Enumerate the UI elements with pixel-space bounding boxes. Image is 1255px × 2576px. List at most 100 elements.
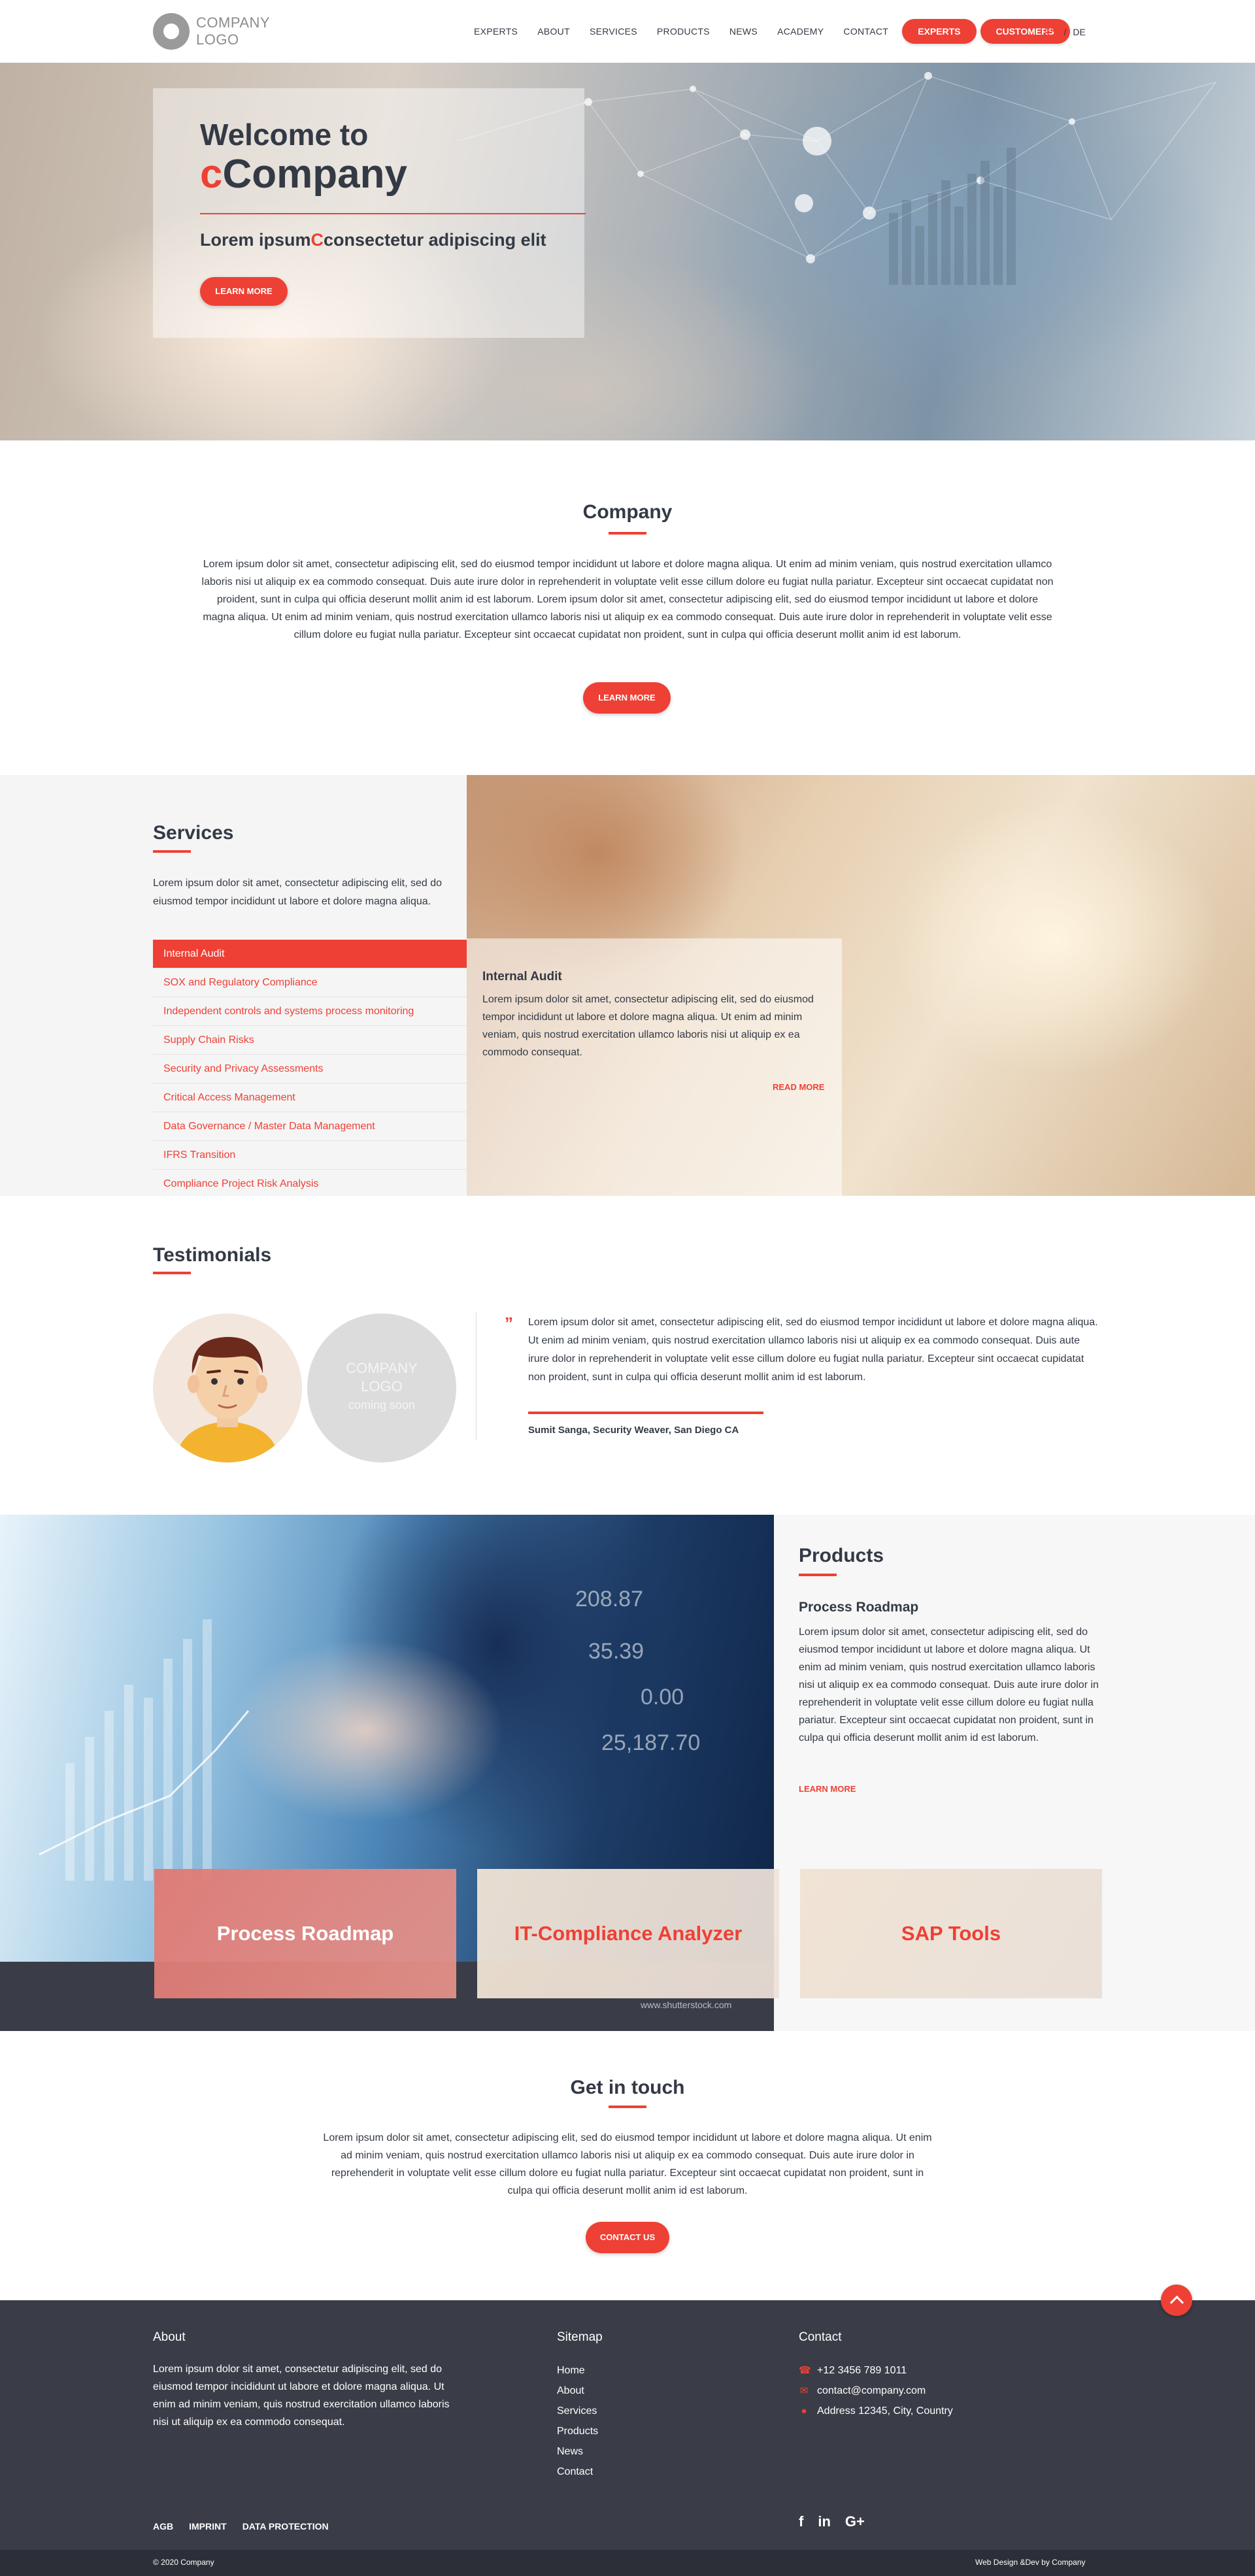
site-footer [0, 2300, 1255, 2576]
company-text: Lorem ipsum dolor sit amet, consectetur … [201, 559, 1054, 640]
coming-soon-text: coming soon [348, 1398, 416, 1412]
lang-separator: / [1063, 26, 1067, 37]
services-intro: Lorem ipsum dolor sit amet, consectetur … [153, 878, 442, 907]
company-logo-placeholder: COMPANY LOGO coming soon [307, 1313, 456, 1462]
products-title: Products [799, 1545, 884, 1566]
contact-phone[interactable]: +12 3456 789 1011 [817, 2360, 907, 2381]
testimonial-author: Sumit Sanga, Security Weaver, San Diego … [528, 1425, 739, 1436]
hero-brand-rest: Company [222, 152, 407, 197]
service-item-data-governance[interactable]: Data Governance / Master Data Management [153, 1112, 467, 1141]
hero-sub-b: consectetur adipiscing elit [324, 230, 546, 250]
services-list: Internal Audit SOX and Regulatory Compli… [153, 940, 467, 1198]
footer-social-links: f in G+ [799, 2513, 865, 2530]
contact-underline [609, 2105, 646, 2108]
company-underline [609, 532, 646, 535]
company-logo[interactable]: COMPANY LOGO [153, 12, 277, 51]
service-item-internal-audit[interactable]: Internal Audit [153, 940, 467, 968]
placeholder-logo-text: COMPANY LOGO [307, 1359, 456, 1396]
products-text: Lorem ipsum dolor sit amet, consectetur … [799, 1627, 1099, 1743]
service-item-supply-chain[interactable]: Supply Chain Risks [153, 1026, 467, 1055]
svg-text:208.87: 208.87 [575, 1587, 643, 1611]
lang-en[interactable]: EN [1045, 25, 1058, 39]
hero-sub-c: C [310, 230, 324, 250]
contact-text: Lorem ipsum dolor sit amet, consectetur … [323, 2132, 932, 2196]
hero-subtitle: Lorem ipsumCconsectetur adipiscing elit [200, 230, 546, 250]
quote-icon: ” [505, 1313, 513, 1333]
linkedin-icon[interactable]: in [818, 2513, 831, 2530]
contact-title: Get in touch [570, 2077, 685, 2098]
contact-email-row: ✉ contact@company.com [799, 2381, 953, 2401]
placeholder-logo-line-2: LOGO [361, 1378, 403, 1395]
svg-text:35.39: 35.39 [588, 1639, 644, 1664]
nav-news[interactable]: NEWS [720, 26, 767, 37]
hero-sub-a: Lorem ipsum [200, 230, 311, 250]
map-pin-icon: ● [801, 2405, 807, 2417]
sitemap-products[interactable]: Products [557, 2421, 598, 2441]
image-watermark: www.shutterstock.com [641, 2000, 732, 2010]
footer-about-title: About [153, 2330, 186, 2344]
phone-icon: ☎ [799, 2365, 811, 2376]
sitemap-services[interactable]: Services [557, 2401, 598, 2421]
person-avatar-icon [175, 1336, 280, 1462]
placeholder-logo-line-1: COMPANY [346, 1360, 418, 1376]
nav-experts[interactable]: EXPERTS [464, 26, 527, 37]
facebook-icon[interactable]: f [799, 2513, 803, 2530]
company-title: Company [582, 501, 673, 523]
hero-divider [200, 213, 586, 214]
contact-us-button[interactable]: CONTACT US [586, 2222, 669, 2253]
hero-brand-c: c [200, 152, 223, 197]
footer-sitemap-title: Sitemap [557, 2330, 603, 2344]
design-credit: Web Design &Dev by Company [975, 2558, 1086, 2567]
nav-about[interactable]: ABOUT [527, 26, 580, 37]
footer-legal-links: AGB IMPRINT DATA PROTECTION [153, 2521, 329, 2532]
product-tile-process-roadmap[interactable]: Process Roadmap [154, 1869, 456, 1998]
products-learn-more-link[interactable]: LEARN MORE [799, 1784, 856, 1794]
services-underline [153, 850, 191, 853]
logo-line-1: COMPANY [196, 14, 271, 31]
footer-about-text: Lorem ipsum dolor sit amet, consectetur … [153, 2364, 450, 2428]
nav-academy[interactable]: ACADEMY [767, 26, 833, 37]
nav-products[interactable]: PRODUCTS [647, 26, 720, 37]
service-item-ifrs[interactable]: IFRS Transition [153, 1141, 467, 1170]
service-item-sox[interactable]: SOX and Regulatory Compliance [153, 968, 467, 997]
contact-phone-row: ☎ +12 3456 789 1011 [799, 2360, 953, 2381]
google-plus-icon[interactable]: G+ [845, 2513, 865, 2530]
products-underline [799, 1574, 837, 1576]
envelope-icon: ✉ [799, 2385, 809, 2396]
contact-address-row: ● Address 12345, City, Country [799, 2401, 952, 2421]
service-read-more-link[interactable]: READ MORE [773, 1082, 824, 1092]
company-learn-more-button[interactable]: LEARN MORE [583, 682, 671, 714]
experts-pill-button[interactable]: EXPERTS [902, 19, 977, 44]
service-item-risk-analysis[interactable]: Compliance Project Risk Analysis [153, 1170, 467, 1198]
site-header: COMPANY LOGO EXPERTS ABOUT SERVICES PROD… [0, 0, 1255, 63]
product-tile-sap-tools[interactable]: SAP Tools [800, 1869, 1102, 1998]
testimonials-title: Testimonials [153, 1244, 272, 1266]
testimonials-underline [153, 1272, 191, 1274]
hero-brand: cCompany [200, 152, 407, 197]
testimonial-underline [528, 1412, 763, 1414]
service-item-critical-access[interactable]: Critical Access Management [153, 1083, 467, 1112]
page: COMPANY LOGO EXPERTS ABOUT SERVICES PROD… [0, 0, 1255, 2576]
sitemap-contact[interactable]: Contact [557, 2462, 598, 2482]
lang-de[interactable]: DE [1073, 27, 1085, 37]
sitemap-news[interactable]: News [557, 2441, 598, 2462]
nav-contact[interactable]: CONTACT [833, 26, 898, 37]
service-item-security-privacy[interactable]: Security and Privacy Assessments [153, 1055, 467, 1083]
product-tile-it-compliance-analyzer[interactable]: IT-Compliance Analyzer [477, 1869, 779, 1998]
footer-sitemap: Home About Services Products News Contac… [557, 2360, 598, 2482]
legal-data-protection[interactable]: DATA PROTECTION [243, 2521, 329, 2532]
service-item-controls-monitoring[interactable]: Independent controls and systems process… [153, 997, 467, 1026]
service-card-title: Internal Audit [482, 970, 562, 983]
service-card-text: Lorem ipsum dolor sit amet, consectetur … [482, 994, 814, 1058]
contact-email[interactable]: contact@company.com [817, 2381, 926, 2401]
sitemap-about[interactable]: About [557, 2381, 598, 2401]
legal-agb[interactable]: AGB [153, 2521, 173, 2532]
hero-learn-more-button[interactable]: LEARN MORE [200, 277, 288, 306]
arrow-up-icon[interactable] [1161, 2285, 1192, 2316]
sitemap-home[interactable]: Home [557, 2360, 598, 2381]
copyright: © 2020 Company [153, 2558, 214, 2567]
nav-services[interactable]: SERVICES [580, 26, 647, 37]
legal-imprint[interactable]: IMPRINT [189, 2521, 227, 2532]
testimonial-text: Lorem ipsum dolor sit amet, consectetur … [528, 1317, 1098, 1383]
svg-text:0.00: 0.00 [641, 1685, 684, 1709]
